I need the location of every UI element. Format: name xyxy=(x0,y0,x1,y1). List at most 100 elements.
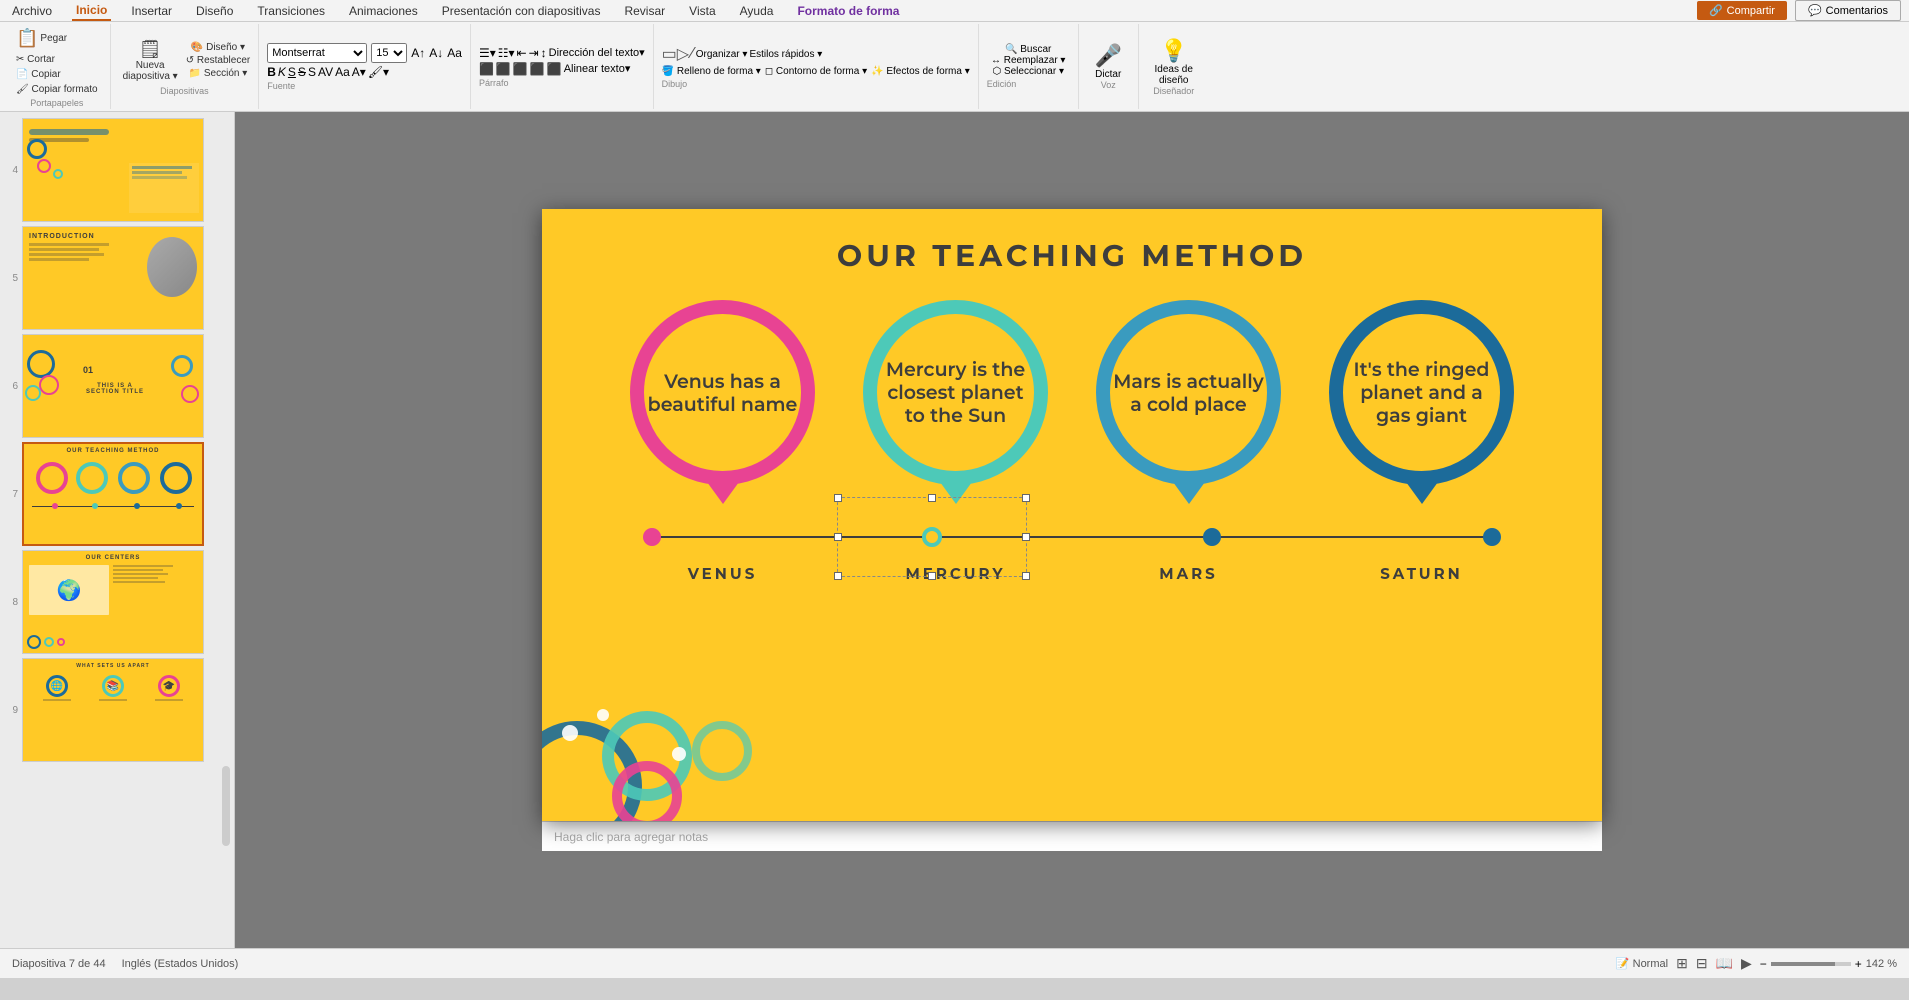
text-direction-button[interactable]: Dirección del texto▾ xyxy=(549,46,645,59)
reset-button[interactable]: ↺ Restablecer xyxy=(186,55,251,66)
effects-button[interactable]: ✨ Efectos de forma ▾ xyxy=(871,66,970,77)
slide[interactable]: OUR TEACHING METHOD Venus has a beautifu… xyxy=(542,209,1602,821)
menu-transiciones[interactable]: Transiciones xyxy=(253,2,329,20)
designer-icon: 💡 xyxy=(1160,38,1187,64)
outline-button[interactable]: ◻ Contorno de forma ▾ xyxy=(765,66,867,77)
share-icon: 🔗 xyxy=(1709,4,1723,17)
change-case-button[interactable]: Aa xyxy=(335,65,350,79)
label-mars: MARS xyxy=(1096,564,1281,583)
zoom-slider[interactable] xyxy=(1771,962,1851,966)
align-left-button[interactable]: ⬛ xyxy=(479,62,494,76)
notes-button[interactable]: 📝 Normal xyxy=(1616,957,1668,970)
menu-vista[interactable]: Vista xyxy=(685,2,719,20)
planet-saturn: It's the ringed planet and a gas giant xyxy=(1329,300,1514,504)
organize-button[interactable]: Organizar ▾ xyxy=(696,49,748,60)
language-indicator: Inglés (Estados Unidos) xyxy=(122,958,239,970)
planet-mars: Mars is actually a cold place xyxy=(1096,300,1281,504)
cut-button[interactable]: ✂ Cortar xyxy=(12,53,59,66)
menu-insertar[interactable]: Insertar xyxy=(127,2,176,20)
columns-button[interactable]: ⬛ xyxy=(547,62,562,76)
zoom-level: 142 % xyxy=(1866,958,1897,970)
planet-venus: Venus has a beautiful name xyxy=(630,300,815,504)
shadow-button[interactable]: S xyxy=(308,65,316,79)
dot-mercury xyxy=(922,527,942,547)
slide-thumb-6[interactable]: 6 01 THIS IS ASECTION TITLE xyxy=(4,334,230,438)
slide-thumb-4[interactable]: 4 xyxy=(4,118,230,222)
bold-button[interactable]: B xyxy=(267,65,276,79)
comments-icon: 💬 xyxy=(1808,4,1822,17)
copy-button[interactable]: 📄 Copiar xyxy=(12,68,65,81)
new-slide-button[interactable]: 🗒 Nuevadiapositiva ▾ xyxy=(119,37,182,84)
slide-thumb-8[interactable]: 8 OUR CENTERS 🌍 xyxy=(4,550,230,654)
presenter-view-button[interactable]: ▶ xyxy=(1741,955,1752,972)
char-spacing-button[interactable]: AV xyxy=(318,65,333,79)
scrollbar[interactable] xyxy=(222,766,230,846)
menu-ayuda[interactable]: Ayuda xyxy=(736,2,778,20)
dot-mercury-wrapper xyxy=(922,527,942,547)
layout-button[interactable]: 🎨 Diseño ▾ xyxy=(186,42,251,53)
zoom-out-button[interactable]: − xyxy=(1760,957,1767,971)
increase-font-button[interactable]: A↑ xyxy=(411,46,425,60)
decrease-indent-button[interactable]: ⇤ xyxy=(517,46,527,60)
notes-area[interactable]: Haga clic para agregar notas xyxy=(542,821,1602,851)
dot-saturn xyxy=(1483,528,1501,546)
align-center-button[interactable]: ⬛ xyxy=(496,62,511,76)
zoom-control: − + 142 % xyxy=(1760,957,1897,971)
section-button[interactable]: 📁 Sección ▾ xyxy=(186,68,251,79)
planets-row: Venus has a beautiful name Mercury is th… xyxy=(542,300,1602,504)
justify-button[interactable]: ⬛ xyxy=(530,62,545,76)
bullets-button[interactable]: ☰▾ xyxy=(479,46,496,60)
slide-thumb-7[interactable]: 7 OUR TEACHING METHOD xyxy=(4,442,230,546)
align-text-button[interactable]: Alinear texto▾ xyxy=(564,62,631,75)
menu-animaciones[interactable]: Animaciones xyxy=(345,2,422,20)
font-color-button[interactable]: A▾ xyxy=(352,65,366,79)
slide-title: OUR TEACHING METHOD xyxy=(542,209,1602,274)
menu-revisar[interactable]: Revisar xyxy=(620,2,669,20)
decorative-circles xyxy=(542,631,762,821)
select-button[interactable]: ⬡ Seleccionar ▾ xyxy=(987,66,1070,77)
clear-format-button[interactable]: Aa xyxy=(447,46,462,60)
designer-button[interactable]: Ideas dediseño xyxy=(1155,64,1193,86)
decrease-font-button[interactable]: A↓ xyxy=(429,46,443,60)
menu-formato-forma[interactable]: Formato de forma xyxy=(793,2,903,20)
paste-button[interactable]: 📋 Pegar xyxy=(12,26,71,51)
slide-num-9: 9 xyxy=(4,705,18,716)
replace-button[interactable]: ↔ Reemplazar ▾ xyxy=(987,55,1070,66)
menu-presentacion[interactable]: Presentación con diapositivas xyxy=(438,2,605,20)
share-button[interactable]: 🔗 Compartir xyxy=(1697,1,1787,20)
slide-sorter-button[interactable]: ⊟ xyxy=(1696,955,1708,972)
timeline xyxy=(602,512,1542,562)
planet-labels: VENUS MERCURY MARS SATURN xyxy=(542,564,1602,583)
line-spacing-button[interactable]: ↕ xyxy=(541,46,547,60)
normal-view-button[interactable]: ⊞ xyxy=(1676,955,1688,972)
format-painter-button[interactable]: 🖌 Copiar formato xyxy=(12,83,102,96)
font-selector[interactable]: Montserrat xyxy=(267,43,367,63)
slide-thumb-5[interactable]: 5 INTRODUCTION xyxy=(4,226,230,330)
styles-button[interactable]: Estilos rápidos ▾ xyxy=(749,49,822,60)
comments-button[interactable]: 💬 Comentarios xyxy=(1795,0,1901,21)
dot-mars xyxy=(1203,528,1221,546)
font-size-selector[interactable]: 15 xyxy=(371,43,407,63)
numbering-button[interactable]: ☷▾ xyxy=(498,46,515,60)
underline-button[interactable]: S xyxy=(288,65,296,79)
search-button[interactable]: 🔍 Buscar xyxy=(987,44,1070,55)
dictate-button[interactable]: Dictar xyxy=(1095,69,1121,80)
label-mercury: MERCURY xyxy=(863,564,1048,583)
menu-diseno[interactable]: Diseño xyxy=(192,2,237,20)
strikethrough-button[interactable]: S xyxy=(298,65,306,79)
slide-thumb-9[interactable]: 9 WHAT SETS US APART 🌐 📚 🎓 xyxy=(4,658,230,762)
notes-icon: 📝 xyxy=(1616,958,1630,970)
planet-mercury: Mercury is the closest planet to the Sun xyxy=(863,300,1048,504)
slide-num-4: 4 xyxy=(4,165,18,176)
zoom-in-button[interactable]: + xyxy=(1855,957,1862,971)
increase-indent-button[interactable]: ⇥ xyxy=(529,46,539,60)
fill-button[interactable]: 🪣 Relleno de forma ▾ xyxy=(662,66,761,77)
menu-inicio[interactable]: Inicio xyxy=(72,1,111,21)
reading-view-button[interactable]: 📖 xyxy=(1716,955,1733,972)
align-right-button[interactable]: ⬛ xyxy=(513,62,528,76)
italic-button[interactable]: K xyxy=(278,65,286,79)
highlight-button[interactable]: 🖌▾ xyxy=(368,65,389,79)
label-venus: VENUS xyxy=(630,564,815,583)
lines-icon: ∕ xyxy=(691,45,694,63)
menu-archivo[interactable]: Archivo xyxy=(8,2,56,20)
